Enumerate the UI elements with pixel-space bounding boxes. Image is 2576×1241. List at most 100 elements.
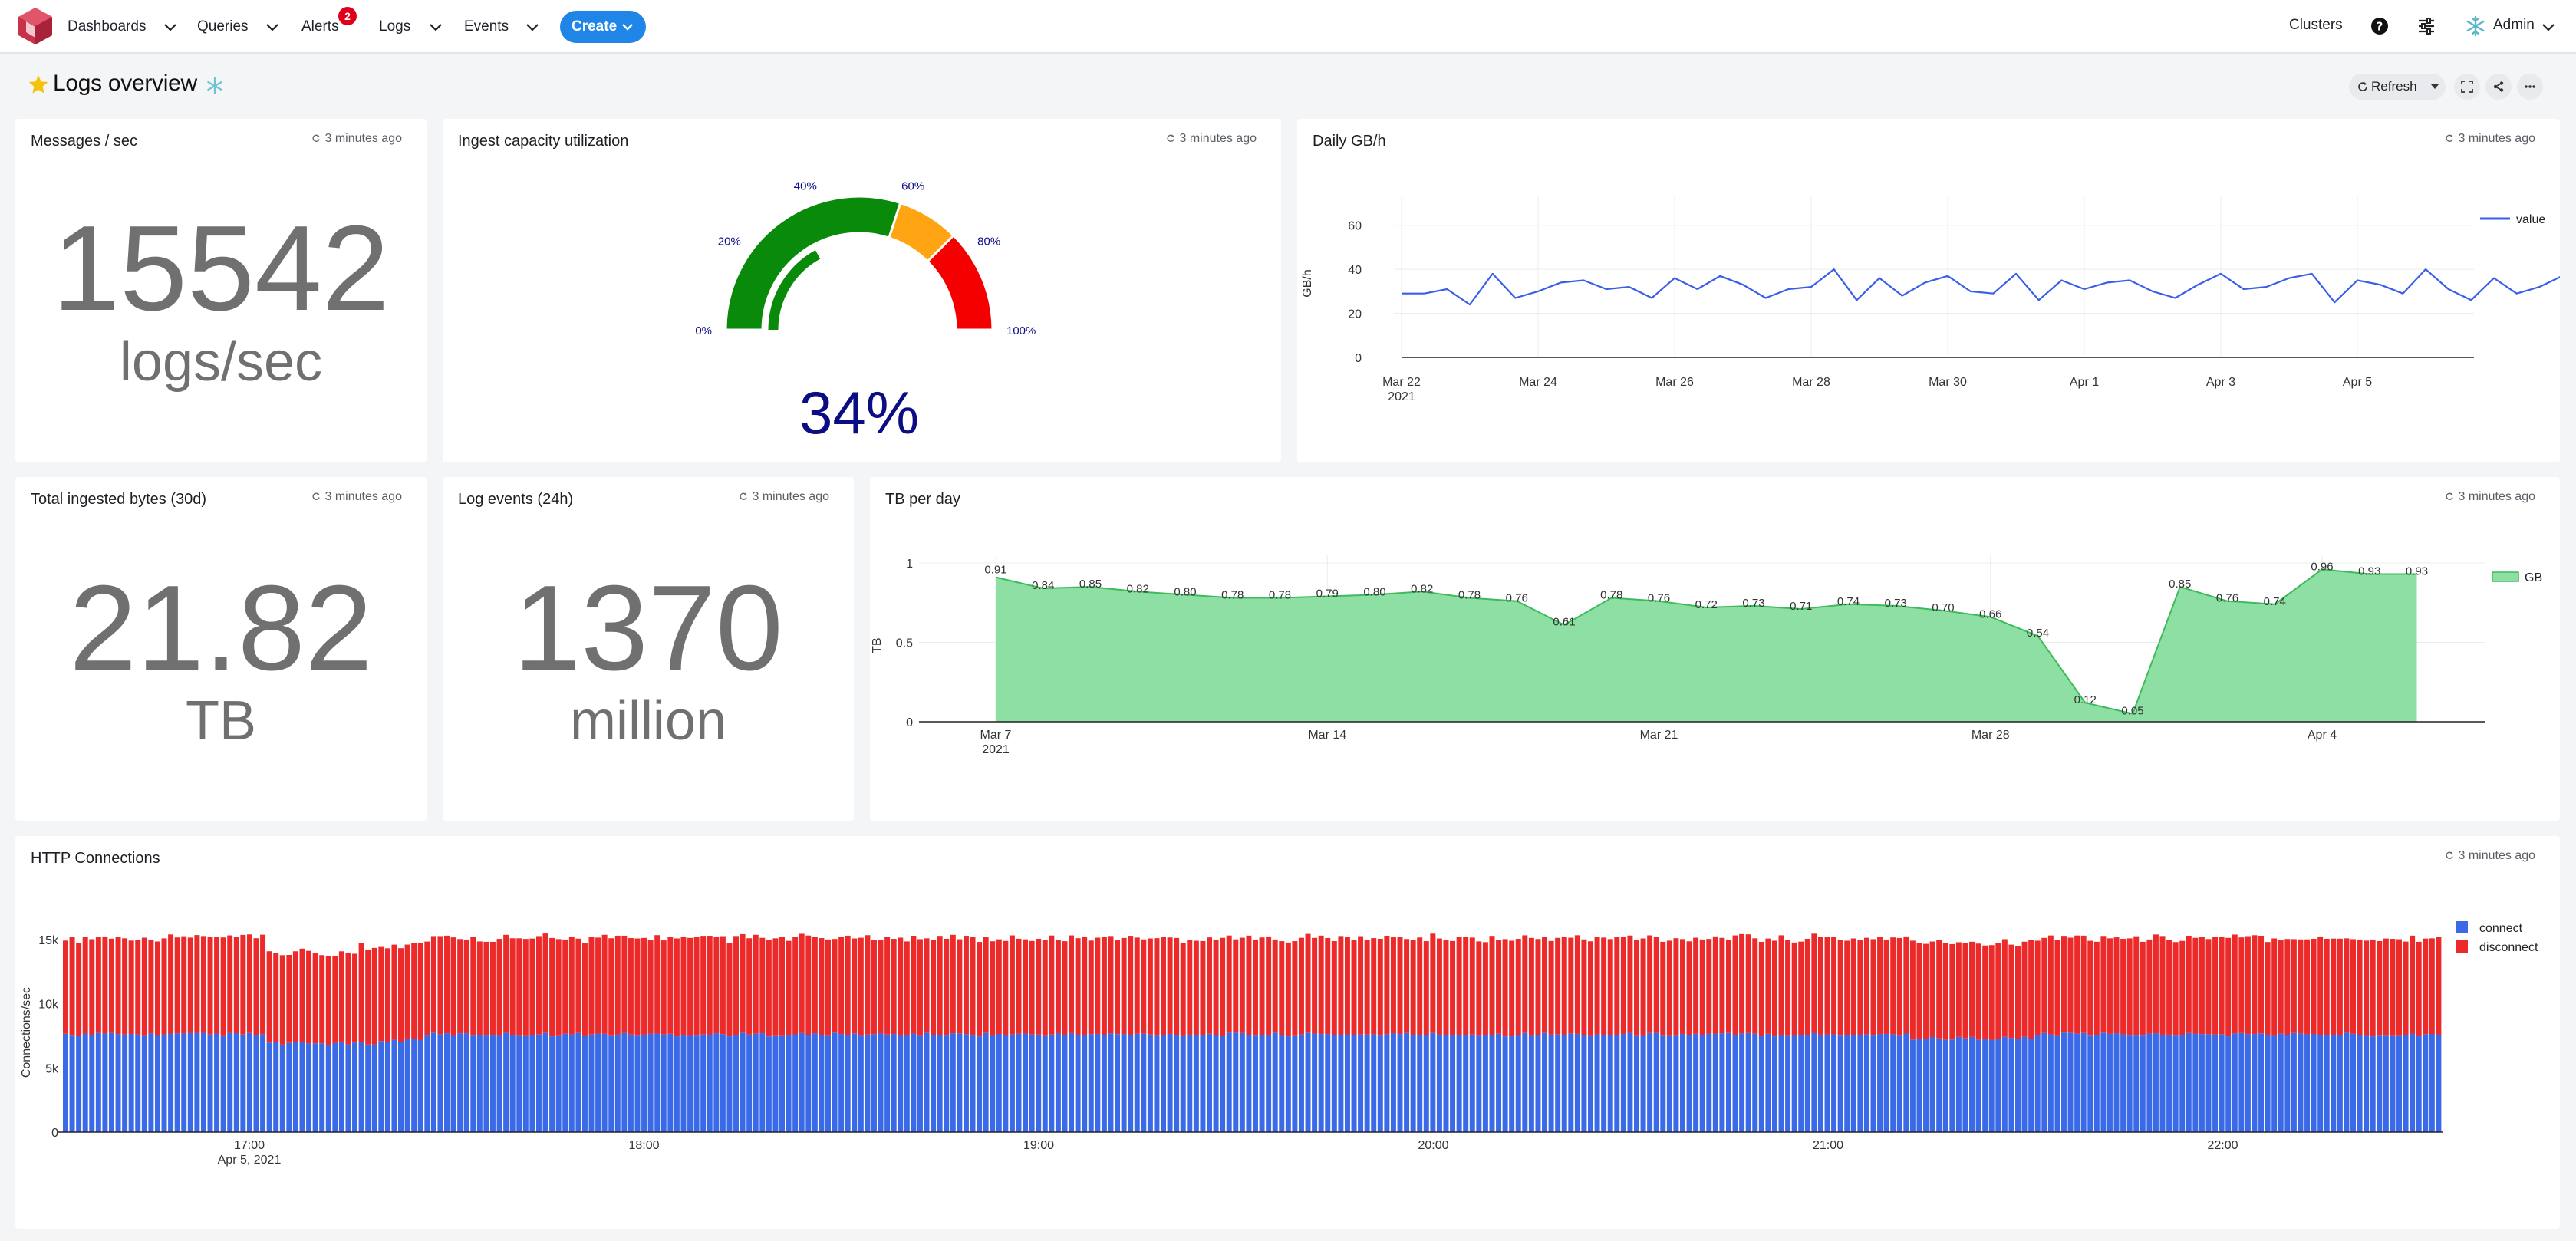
bar-connect [700, 1034, 707, 1132]
bar-connect [2331, 1035, 2337, 1132]
bar-connect [1811, 1032, 1817, 1132]
bar-disconnect [2205, 939, 2212, 1035]
help-icon[interactable]: ? [2368, 15, 2391, 38]
data-label: 0.74 [1837, 595, 1860, 608]
bar-connect [1883, 1033, 1889, 1132]
snowflake-icon [207, 77, 222, 95]
nav-events[interactable]: Events [464, 17, 509, 37]
nav-queries[interactable]: Queries [197, 17, 249, 37]
refresh-button[interactable]: Refresh [2349, 74, 2446, 100]
fullscreen-button[interactable] [2454, 74, 2480, 100]
bar-disconnect [535, 936, 542, 1035]
bar-connect [411, 1039, 417, 1132]
bar-connect [174, 1033, 180, 1132]
bar-connect [1574, 1033, 1580, 1132]
bar-connect [1962, 1038, 1968, 1132]
bar-disconnect [2219, 937, 2225, 1035]
nav-clusters[interactable]: Clusters [2289, 17, 2343, 34]
bar-disconnect [496, 939, 502, 1036]
user-menu[interactable]: Admin [2493, 17, 2535, 34]
bar-disconnect [76, 943, 82, 1036]
bar-disconnect [450, 937, 456, 1036]
chevron-down-icon[interactable] [2539, 18, 2558, 36]
bar-connect [1358, 1034, 1364, 1132]
bar-connect [1029, 1034, 1035, 1132]
last-updated-text: 3 minutes ago [324, 132, 402, 145]
bar-disconnect [2159, 936, 2166, 1035]
bar-connect [529, 1035, 535, 1132]
bar-connect [740, 1032, 746, 1132]
logo-icon[interactable] [15, 6, 55, 46]
settings-sliders-icon[interactable] [2415, 15, 2438, 38]
more-options-button[interactable] [2517, 74, 2543, 100]
bar-disconnect [1568, 937, 1574, 1034]
nav-alerts[interactable]: Alerts [301, 17, 339, 37]
bar-disconnect [713, 937, 720, 1034]
bar-disconnect [1285, 942, 1291, 1037]
bar-connect [549, 1036, 555, 1132]
caret-down-icon[interactable] [2430, 84, 2439, 90]
bar-disconnect [1154, 938, 1160, 1036]
bar-connect [168, 1033, 174, 1132]
bar-connect [944, 1035, 950, 1132]
bar-connect [1115, 1034, 1121, 1132]
bar-connect [141, 1035, 147, 1132]
bar-connect [647, 1033, 654, 1132]
share-button[interactable] [2485, 74, 2512, 100]
snowflake-icon[interactable] [2464, 15, 2487, 38]
bar-connect [220, 1035, 226, 1132]
bar-connect [358, 1042, 364, 1132]
gauge-tick-label: 20% [718, 235, 741, 249]
bar-connect [825, 1035, 831, 1132]
bar-connect [69, 1035, 75, 1132]
bar-disconnect [1903, 936, 1909, 1034]
bar-disconnect [595, 937, 601, 1034]
bar-disconnect [529, 938, 535, 1035]
bar-disconnect [660, 940, 667, 1035]
bar-disconnect [1982, 945, 1988, 1040]
bar-disconnect [1870, 939, 1876, 1036]
create-button[interactable]: Create [560, 11, 646, 43]
bar-connect [1679, 1033, 1685, 1132]
bar-disconnect [2324, 938, 2330, 1035]
bar-disconnect [404, 944, 410, 1039]
bar-disconnect [2192, 937, 2199, 1034]
bar-disconnect [687, 937, 693, 1036]
bar-disconnect [2172, 942, 2179, 1036]
chevron-down-icon[interactable] [523, 18, 542, 36]
bar-disconnect [1358, 936, 1364, 1035]
bar-disconnect [1298, 937, 1304, 1035]
bar-disconnect [720, 936, 726, 1035]
bar-connect [2008, 1038, 2014, 1132]
bar-disconnect [1292, 941, 1298, 1036]
bar-connect [1417, 1035, 1423, 1132]
bar-disconnect [588, 937, 595, 1035]
bar-disconnect [621, 935, 628, 1033]
star-icon[interactable] [28, 74, 49, 95]
bar-disconnect [1771, 940, 1777, 1037]
bar-connect [1436, 1034, 1442, 1132]
bar-connect [240, 1034, 246, 1132]
chevron-down-icon[interactable] [427, 18, 445, 36]
bar-disconnect [2429, 938, 2435, 1034]
panel-log-events: Log events (24h) 3 minutes ago 1370 mill… [443, 477, 854, 821]
nav-logs[interactable]: Logs [379, 17, 410, 37]
bar-connect [838, 1034, 845, 1132]
bar-connect [786, 1035, 792, 1132]
bar-connect [1009, 1034, 1015, 1132]
bar-disconnect [1226, 935, 1232, 1033]
bar-connect [253, 1035, 259, 1132]
bar-disconnect [799, 933, 805, 1033]
bar-disconnect [1161, 937, 1166, 1035]
bar-disconnect [2298, 939, 2304, 1034]
bar-connect [135, 1034, 141, 1132]
bar-disconnect [2186, 935, 2192, 1033]
bar-connect [1055, 1033, 1061, 1132]
bar-connect [1180, 1035, 1186, 1132]
chevron-down-icon[interactable] [161, 18, 180, 36]
chevron-down-icon[interactable] [263, 18, 282, 36]
bar-disconnect [555, 939, 562, 1036]
bar-disconnect [1305, 933, 1311, 1033]
nav-dashboards[interactable]: Dashboards [68, 17, 146, 37]
bar-connect [1594, 1034, 1600, 1132]
